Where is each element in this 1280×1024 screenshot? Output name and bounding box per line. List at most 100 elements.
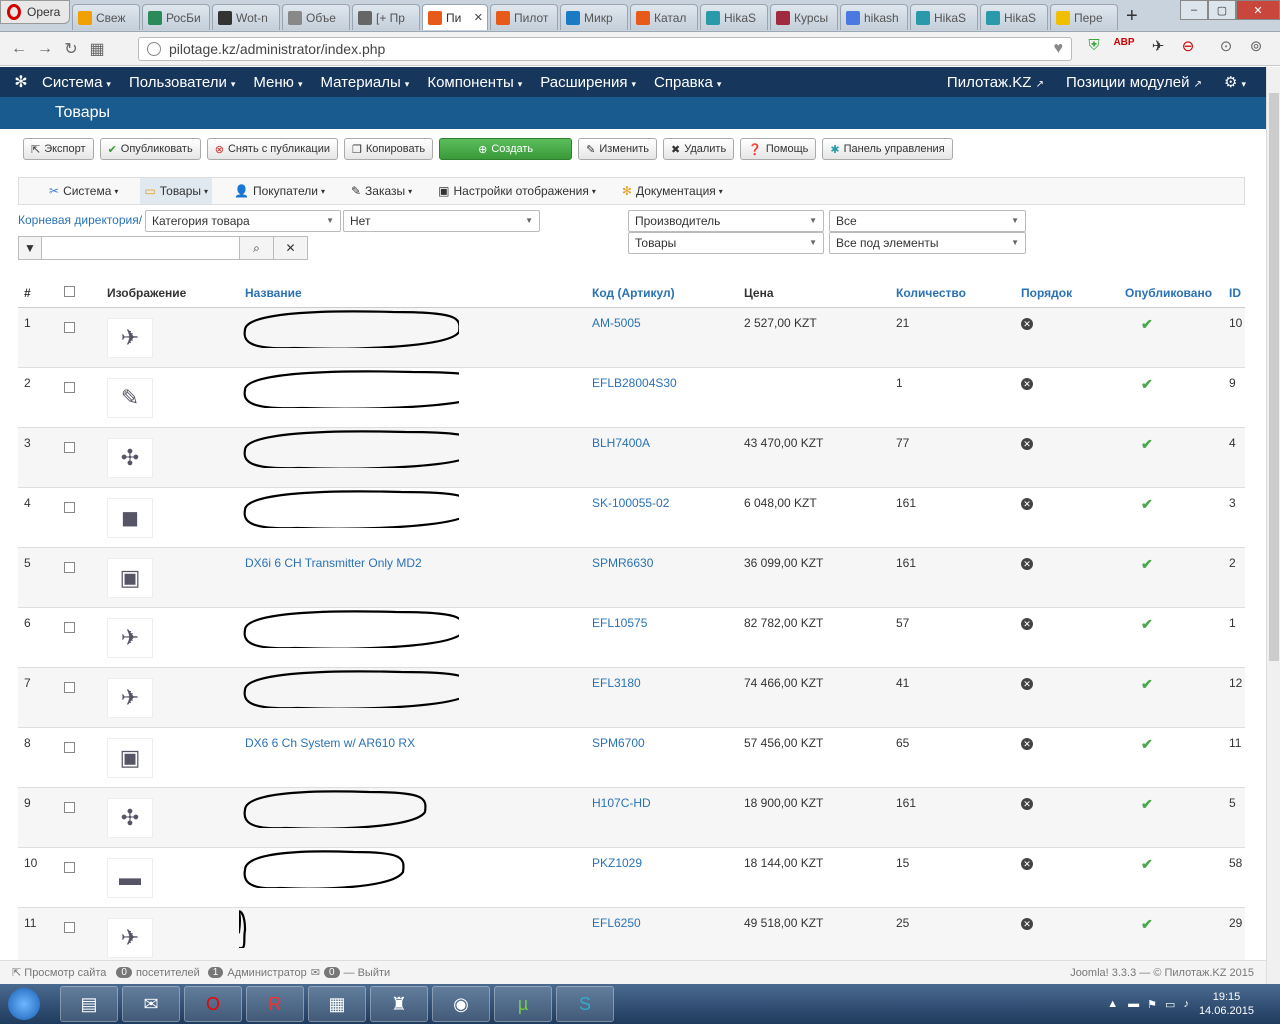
published-check-icon[interactable]: ✔ bbox=[1141, 316, 1153, 332]
browser-tab[interactable]: Пере bbox=[1050, 4, 1118, 30]
submenu-system[interactable]: ✂ Система ▾ bbox=[45, 178, 122, 204]
submenu-orders[interactable]: ✎ Заказы ▾ bbox=[347, 178, 416, 204]
product-code[interactable]: EFL3180 bbox=[586, 667, 738, 728]
bookmark-heart-icon[interactable]: ♥ bbox=[1054, 40, 1064, 58]
table-row[interactable]: 11 ✈ EFL6250 49 518,00 KZT 25 ✕ ✔ 29 bbox=[18, 907, 1245, 968]
close-window-icon[interactable]: ✕ bbox=[1236, 0, 1280, 20]
order-remove-icon[interactable]: ✕ bbox=[1021, 857, 1033, 870]
logout-link[interactable]: — Выйти bbox=[344, 967, 391, 979]
col-id[interactable]: ID bbox=[1223, 280, 1245, 308]
user-settings-menu[interactable]: ⚙ ▾ bbox=[1224, 73, 1246, 91]
dashboard-button[interactable]: ✱ Панель управления bbox=[822, 138, 953, 160]
table-row[interactable]: 10 ▬ PKZ1029 18 144,00 KZT 15 ✕ ✔ 58 bbox=[18, 847, 1245, 908]
order-remove-icon[interactable]: ✕ bbox=[1021, 437, 1033, 450]
clock[interactable]: 19:15 14.06.2015 bbox=[1199, 990, 1254, 1018]
volume-icon[interactable]: ♪ bbox=[1183, 998, 1189, 1010]
new-tab-icon[interactable]: + bbox=[1126, 4, 1138, 30]
table-row[interactable]: 3 ✣ BLH7400A 43 470,00 KZT 77 ✕ ✔ 4 bbox=[18, 427, 1245, 488]
help-button[interactable]: ❓ Помощь bbox=[740, 138, 817, 160]
browser-tab[interactable]: РосБи bbox=[142, 4, 210, 30]
taskbar-skype-icon[interactable]: S bbox=[556, 986, 614, 1022]
row-checkbox[interactable] bbox=[64, 561, 75, 573]
minimize-icon[interactable]: – bbox=[1180, 0, 1208, 20]
product-code[interactable]: PKZ1029 bbox=[586, 847, 738, 908]
browser-tab[interactable]: Курсы bbox=[770, 4, 838, 30]
product-thumbnail[interactable]: ✈ bbox=[107, 317, 153, 358]
subelements-select[interactable]: Все под элементы ▼ bbox=[829, 232, 1026, 254]
row-checkbox[interactable] bbox=[64, 921, 75, 933]
taskbar-calculator-icon[interactable]: ▦ bbox=[308, 986, 366, 1022]
taskbar-chrome-icon[interactable]: ◉ bbox=[432, 986, 490, 1022]
submenu-customers[interactable]: 👤 Покупатели ▾ bbox=[230, 178, 329, 204]
select-all-checkbox[interactable] bbox=[64, 286, 75, 298]
product-thumbnail[interactable]: ✣ bbox=[107, 797, 153, 838]
published-check-icon[interactable]: ✔ bbox=[1141, 616, 1153, 632]
order-remove-icon[interactable]: ✕ bbox=[1021, 317, 1033, 330]
adblock-icon[interactable]: ABP bbox=[1112, 37, 1136, 48]
table-row[interactable]: 2 ✎ EFLB28004S30 1 ✕ ✔ 9 bbox=[18, 367, 1245, 428]
browser-tab[interactable]: HikaS bbox=[700, 4, 768, 30]
product-thumbnail[interactable]: ✈ bbox=[107, 917, 153, 958]
row-checkbox[interactable] bbox=[64, 801, 75, 813]
table-row[interactable]: 5 ▣ DX6i 6 CH Transmitter Only MD2 SPMR6630… bbox=[18, 547, 1245, 608]
taskbar-utorrent-icon[interactable]: µ bbox=[494, 986, 552, 1022]
export-button[interactable]: ⇱ Экспорт bbox=[23, 138, 94, 160]
product-code[interactable]: H107C-HD bbox=[586, 787, 738, 848]
row-checkbox[interactable] bbox=[64, 381, 75, 393]
row-checkbox[interactable] bbox=[64, 681, 75, 693]
table-row[interactable]: 7 ✈ EFL3180 74 466,00 KZT 41 ✕ ✔ 12 bbox=[18, 667, 1245, 728]
published-check-icon[interactable]: ✔ bbox=[1141, 796, 1153, 812]
order-remove-icon[interactable]: ✕ bbox=[1021, 917, 1033, 930]
root-directory-link[interactable]: Корневая директория/ bbox=[18, 213, 142, 227]
create-button[interactable]: ⊕ Создать bbox=[439, 138, 573, 160]
table-row[interactable]: 4 ◼ SK-100055-02 6 048,00 KZT 161 ✕ ✔ 3 bbox=[18, 487, 1245, 548]
col-order[interactable]: Порядок bbox=[1015, 280, 1119, 308]
product-code[interactable]: SPMR6630 bbox=[586, 547, 738, 608]
browser-tab[interactable]: Пи ✕ bbox=[422, 4, 488, 30]
row-checkbox[interactable] bbox=[64, 501, 75, 513]
shield-icon[interactable]: ⛨ bbox=[1082, 37, 1106, 54]
topnav-item[interactable]: Справка ▾ bbox=[654, 74, 721, 91]
browser-tab[interactable]: Микр bbox=[560, 4, 628, 30]
published-check-icon[interactable]: ✔ bbox=[1141, 376, 1153, 392]
product-thumbnail[interactable]: ◼ bbox=[107, 497, 153, 538]
taskbar-opera-icon[interactable]: O bbox=[184, 986, 242, 1022]
product-code[interactable]: AM-5005 bbox=[586, 307, 738, 368]
row-checkbox[interactable] bbox=[64, 621, 75, 633]
table-row[interactable]: 6 ✈ EFL10575 82 782,00 KZT 57 ✕ ✔ 1 bbox=[18, 607, 1245, 668]
back-icon[interactable]: ← bbox=[6, 40, 32, 58]
col-published[interactable]: Опубликовано bbox=[1119, 280, 1223, 308]
extension-red-icon[interactable]: ⊖ bbox=[1176, 37, 1200, 55]
product-thumbnail[interactable]: ✈ bbox=[107, 617, 153, 658]
site-link[interactable]: Пилотаж.KZ ↗ bbox=[947, 74, 1044, 91]
browser-tab[interactable]: HikaS bbox=[910, 4, 978, 30]
published-check-icon[interactable]: ✔ bbox=[1141, 496, 1153, 512]
profile-icon[interactable]: ⊚ bbox=[1244, 37, 1268, 55]
product-code[interactable]: BLH7400A bbox=[586, 427, 738, 488]
extension-icon[interactable]: ✈ bbox=[1146, 37, 1170, 55]
order-remove-icon[interactable]: ✕ bbox=[1021, 797, 1033, 810]
module-positions-link[interactable]: Позиции модулей ↗ bbox=[1066, 74, 1202, 91]
tab-close-icon[interactable]: ✕ bbox=[474, 11, 483, 24]
manufacturer-select[interactable]: Производитель ▼ bbox=[628, 210, 824, 232]
browser-tab[interactable]: hikash bbox=[840, 4, 908, 30]
order-remove-icon[interactable]: ✕ bbox=[1021, 377, 1033, 390]
product-code[interactable]: EFL6250 bbox=[586, 907, 738, 968]
browser-tab[interactable]: HikaS bbox=[980, 4, 1048, 30]
taskbar-explorer-icon[interactable]: ▤ bbox=[60, 986, 118, 1022]
joomla-logo-icon[interactable]: ✻ bbox=[0, 72, 42, 92]
url-field[interactable]: pilotage.kz/administrator/index.php ♥ bbox=[138, 37, 1072, 61]
order-remove-icon[interactable]: ✕ bbox=[1021, 557, 1033, 570]
published-check-icon[interactable]: ✔ bbox=[1141, 736, 1153, 752]
col-name[interactable]: Название bbox=[239, 280, 586, 308]
product-code[interactable]: EFLB28004S30 bbox=[586, 367, 738, 428]
order-remove-icon[interactable]: ✕ bbox=[1021, 617, 1033, 630]
download-icon[interactable]: ⊙ bbox=[1214, 37, 1238, 55]
browser-tab[interactable]: Катал bbox=[630, 4, 698, 30]
reload-icon[interactable]: ↻ bbox=[58, 39, 84, 59]
topnav-item[interactable]: Материалы ▾ bbox=[320, 74, 409, 91]
manufacturer-value-select[interactable]: Все ▼ bbox=[829, 210, 1026, 232]
product-thumbnail[interactable]: ▣ bbox=[107, 737, 153, 778]
taskbar-outlook-icon[interactable]: ✉ bbox=[122, 986, 180, 1022]
delete-button[interactable]: ✖ Удалить bbox=[662, 138, 735, 160]
